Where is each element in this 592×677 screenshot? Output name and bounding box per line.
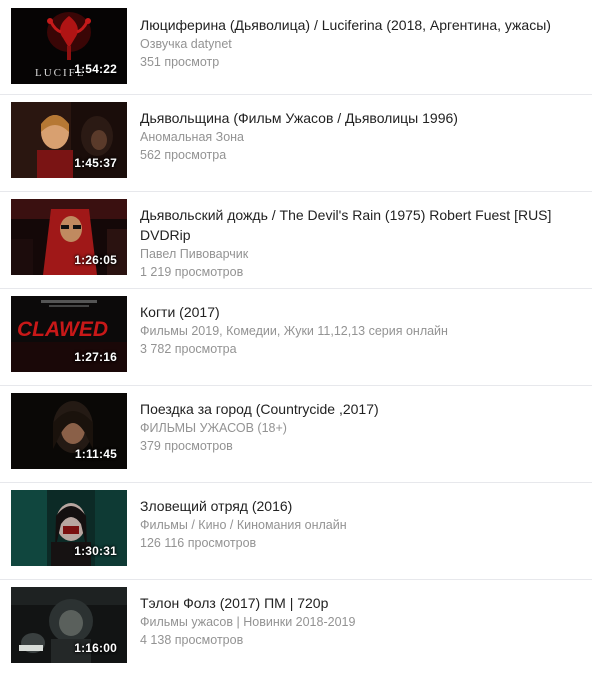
- video-title[interactable]: Дьявольский дождь / The Devil's Rain (19…: [140, 205, 576, 245]
- duration-badge: 1:30:31: [74, 544, 117, 558]
- view-count: 1 219 просмотров: [140, 265, 244, 279]
- video-thumbnail[interactable]: 1:45:37: [11, 102, 127, 178]
- view-count: 3 782 просмотра: [140, 342, 237, 356]
- channel-name[interactable]: Озвучка datynet: [140, 35, 576, 53]
- video-title[interactable]: Дьявольщина (Фильм Ужасов / Дьяволицы 19…: [140, 108, 576, 128]
- duration-badge: 1:54:22: [74, 62, 117, 76]
- video-item[interactable]: 1:45:37 Дьявольщина (Фильм Ужасов / Дьяв…: [0, 95, 592, 192]
- duration-badge: 1:26:05: [74, 253, 117, 267]
- video-title[interactable]: Зловещий отряд (2016): [140, 496, 576, 516]
- video-thumbnail[interactable]: 1:11:45: [11, 393, 127, 469]
- duration-badge: 1:27:16: [74, 350, 117, 364]
- duration-badge: 1:45:37: [74, 156, 117, 170]
- video-title[interactable]: Тэлон Фолз (2017) ПМ | 720p: [140, 593, 576, 613]
- channel-name[interactable]: ФИЛЬМЫ УЖАСОВ (18+): [140, 419, 576, 437]
- view-count: 4 138 просмотров: [140, 633, 244, 647]
- video-thumbnail[interactable]: CLAWED 1:27:16: [11, 296, 127, 372]
- video-item[interactable]: CLAWED 1:27:16 Когти (2017) Фильмы 2019,…: [0, 289, 592, 386]
- video-title[interactable]: Люциферина (Дьяволица) / Luciferina (201…: [140, 15, 576, 35]
- channel-name[interactable]: Фильмы / Кино / Киномания онлайн: [140, 516, 576, 534]
- video-list: LUCIFE 1:54:22 Люциферина (Дьяволица) / …: [0, 0, 592, 677]
- video-item[interactable]: 1:11:45 Поездка за город (Countrycide ,2…: [0, 386, 592, 483]
- video-thumbnail[interactable]: 1:30:31: [11, 490, 127, 566]
- video-thumbnail[interactable]: 1:16:00: [11, 587, 127, 663]
- channel-name[interactable]: Фильмы 2019, Комедии, Жуки 11,12,13 сери…: [140, 322, 576, 340]
- channel-name[interactable]: Аномальная Зона: [140, 128, 576, 146]
- duration-badge: 1:16:00: [74, 641, 117, 655]
- view-count: 379 просмотров: [140, 439, 233, 453]
- channel-name[interactable]: Фильмы ужасов | Новинки 2018-2019: [140, 613, 576, 631]
- video-item[interactable]: LUCIFE 1:54:22 Люциферина (Дьяволица) / …: [0, 0, 592, 95]
- duration-badge: 1:11:45: [74, 447, 117, 461]
- video-item[interactable]: 1:26:05 Дьявольский дождь / The Devil's …: [0, 192, 592, 289]
- video-item[interactable]: 1:30:31 Зловещий отряд (2016) Фильмы / К…: [0, 483, 592, 580]
- video-thumbnail[interactable]: 1:26:05: [11, 199, 127, 275]
- thumbnail-logo-text: CLAWED: [17, 318, 108, 341]
- view-count: 562 просмотра: [140, 148, 227, 162]
- view-count: 351 просмотр: [140, 55, 220, 69]
- video-title[interactable]: Когти (2017): [140, 302, 576, 322]
- video-title[interactable]: Поездка за город (Countrycide ,2017): [140, 399, 576, 419]
- video-item[interactable]: 1:16:00 Тэлон Фолз (2017) ПМ | 720p Филь…: [0, 580, 592, 677]
- view-count: 126 116 просмотров: [140, 536, 257, 550]
- video-thumbnail[interactable]: LUCIFE 1:54:22: [11, 8, 127, 84]
- channel-name[interactable]: Павел Пивоварчик: [140, 245, 576, 263]
